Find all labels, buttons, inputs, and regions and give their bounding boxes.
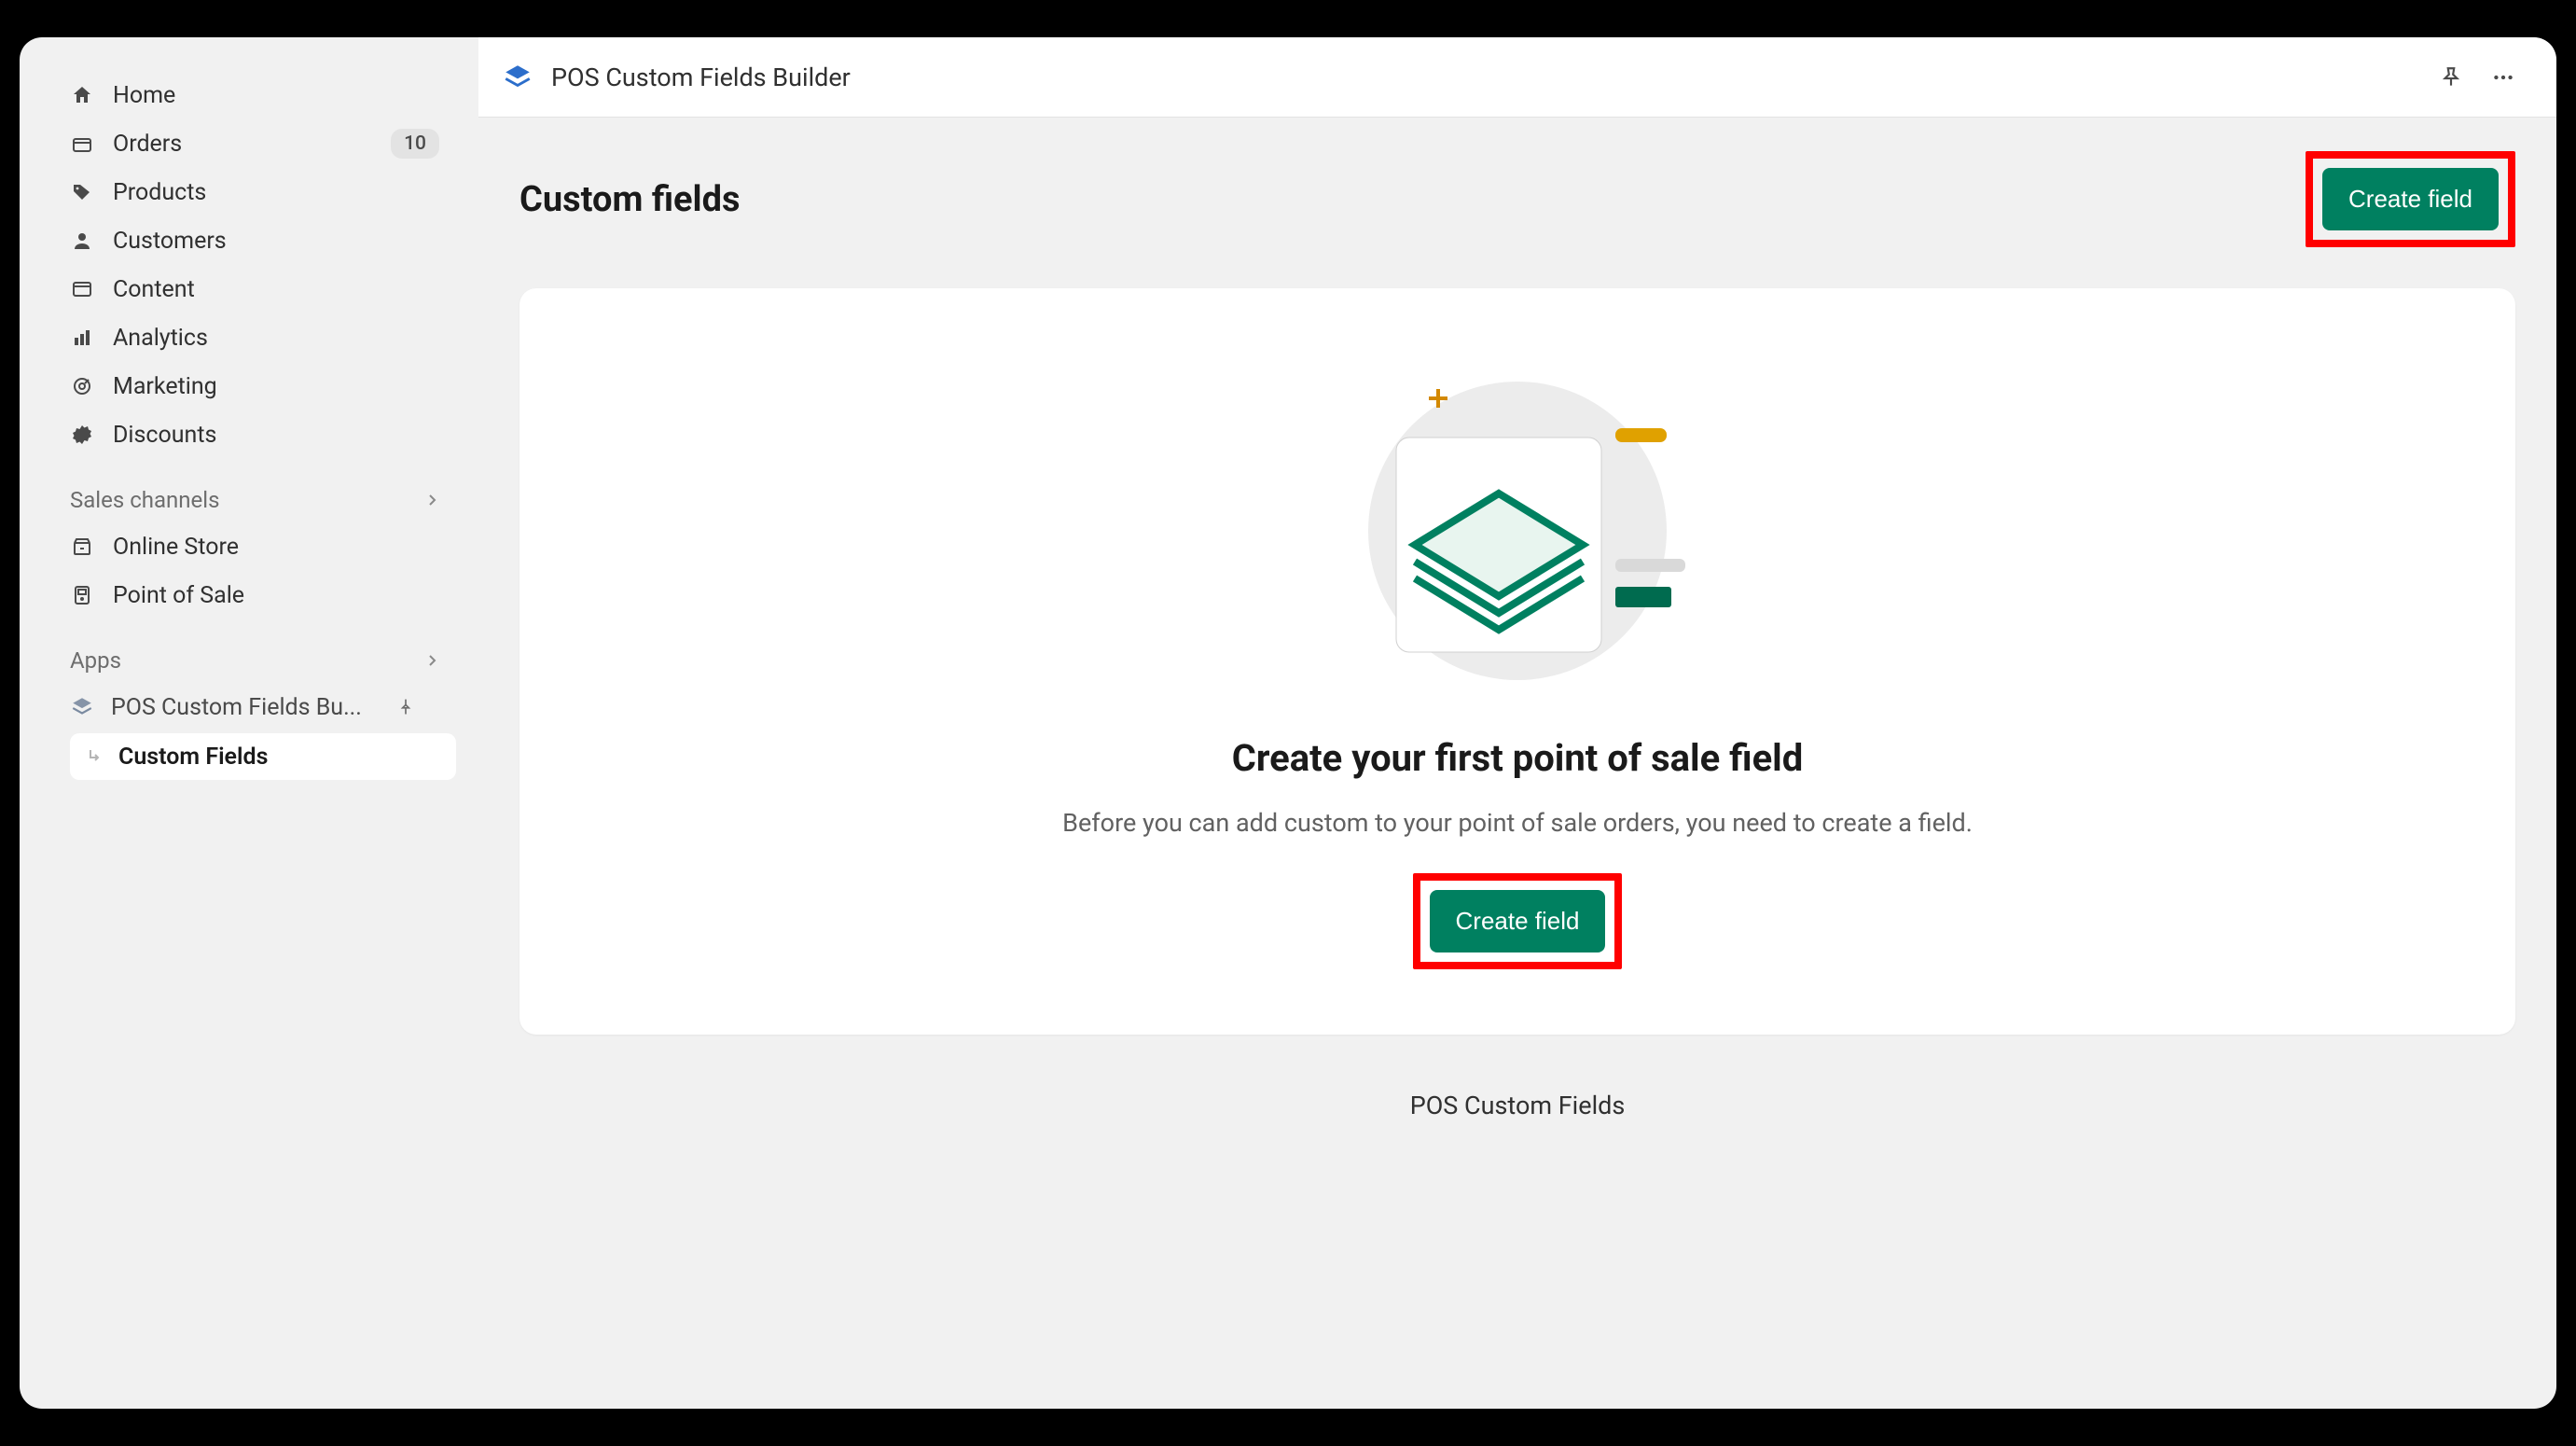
pos-icon	[70, 584, 94, 606]
sidebar-subitem-label: Custom Fields	[118, 744, 268, 771]
highlight-annotation: Create field	[2306, 151, 2515, 247]
topbar: POS Custom Fields Builder	[478, 37, 2556, 118]
topbar-title: POS Custom Fields Builder	[551, 63, 2422, 92]
content: Custom fields Create field	[478, 118, 2556, 1409]
app-layers-icon	[501, 61, 534, 94]
sidebar-item-label: Customers	[113, 228, 439, 255]
home-icon	[70, 84, 94, 106]
sub-arrow-icon	[87, 748, 105, 765]
analytics-icon	[70, 327, 94, 349]
sidebar-app-pos-custom-fields[interactable]: POS Custom Fields Bu...	[53, 685, 456, 730]
create-field-button[interactable]: Create field	[1430, 890, 1606, 952]
empty-state-card: Create your first point of sale field Be…	[519, 288, 2515, 1035]
sidebar-item-discounts[interactable]: Discounts	[53, 412, 456, 457]
sidebar-item-label: Point of Sale	[113, 582, 439, 609]
pin-icon[interactable]	[2439, 65, 2463, 90]
sidebar-item-home[interactable]: Home	[53, 73, 456, 118]
sidebar-item-label: Online Store	[113, 534, 439, 561]
sidebar-item-label: Analytics	[113, 325, 439, 352]
apps-nav: POS Custom Fields Bu... Custom Fields	[53, 685, 456, 780]
sales-channels-nav: Online Store Point of Sale	[53, 524, 456, 618]
more-icon[interactable]	[2491, 65, 2515, 90]
section-title: Apps	[70, 647, 121, 674]
sidebar-item-label: Marketing	[113, 373, 439, 400]
highlight-annotation: Create field	[1413, 873, 1623, 969]
sidebar-item-orders[interactable]: Orders 10	[53, 121, 456, 166]
topbar-actions	[2439, 65, 2515, 90]
footer-text: POS Custom Fields	[519, 1091, 2515, 1120]
sidebar-item-marketing[interactable]: Marketing	[53, 364, 456, 409]
sidebar-item-products[interactable]: Products	[53, 170, 456, 215]
apps-header[interactable]: Apps	[53, 623, 456, 679]
page-header: Custom fields Create field	[519, 151, 2515, 247]
pin-icon[interactable]	[396, 698, 415, 716]
discounts-icon	[70, 424, 94, 446]
sidebar-item-point-of-sale[interactable]: Point of Sale	[53, 573, 456, 618]
empty-state-subheading: Before you can add custom to your point …	[1062, 808, 1973, 838]
sidebar-item-label: Home	[113, 82, 439, 109]
sidebar-item-online-store[interactable]: Online Store	[53, 524, 456, 569]
chevron-right-icon	[424, 493, 439, 507]
main: POS Custom Fields Builder Custom fields …	[478, 37, 2556, 1409]
empty-state-illustration	[1340, 363, 1695, 680]
empty-state-heading: Create your first point of sale field	[1232, 736, 1804, 780]
sales-channels-header[interactable]: Sales channels	[53, 463, 456, 519]
sidebar-item-label: POS Custom Fields Bu...	[111, 694, 380, 721]
sidebar-item-customers[interactable]: Customers	[53, 218, 456, 263]
page-title: Custom fields	[519, 179, 741, 220]
primary-nav: Home Orders 10 Products	[53, 73, 456, 457]
content-icon	[70, 278, 94, 300]
chevron-right-icon	[424, 653, 439, 668]
create-field-button[interactable]: Create field	[2322, 168, 2499, 230]
products-icon	[70, 181, 94, 203]
sidebar-item-label: Discounts	[113, 422, 439, 449]
orders-badge: 10	[391, 129, 439, 159]
sidebar-item-label: Products	[113, 179, 439, 206]
sidebar-item-analytics[interactable]: Analytics	[53, 315, 456, 360]
store-icon	[70, 535, 94, 558]
sidebar-item-label: Content	[113, 276, 439, 303]
customers-icon	[70, 229, 94, 252]
marketing-icon	[70, 375, 94, 397]
app-layers-icon	[70, 695, 94, 719]
sidebar: Home Orders 10 Products	[20, 37, 478, 1409]
app-frame: Home Orders 10 Products	[20, 37, 2556, 1409]
sidebar-item-content[interactable]: Content	[53, 267, 456, 312]
sidebar-subitem-custom-fields[interactable]: Custom Fields	[70, 733, 456, 780]
section-title: Sales channels	[70, 487, 220, 513]
orders-icon	[70, 132, 94, 155]
sidebar-item-label: Orders	[113, 131, 372, 158]
